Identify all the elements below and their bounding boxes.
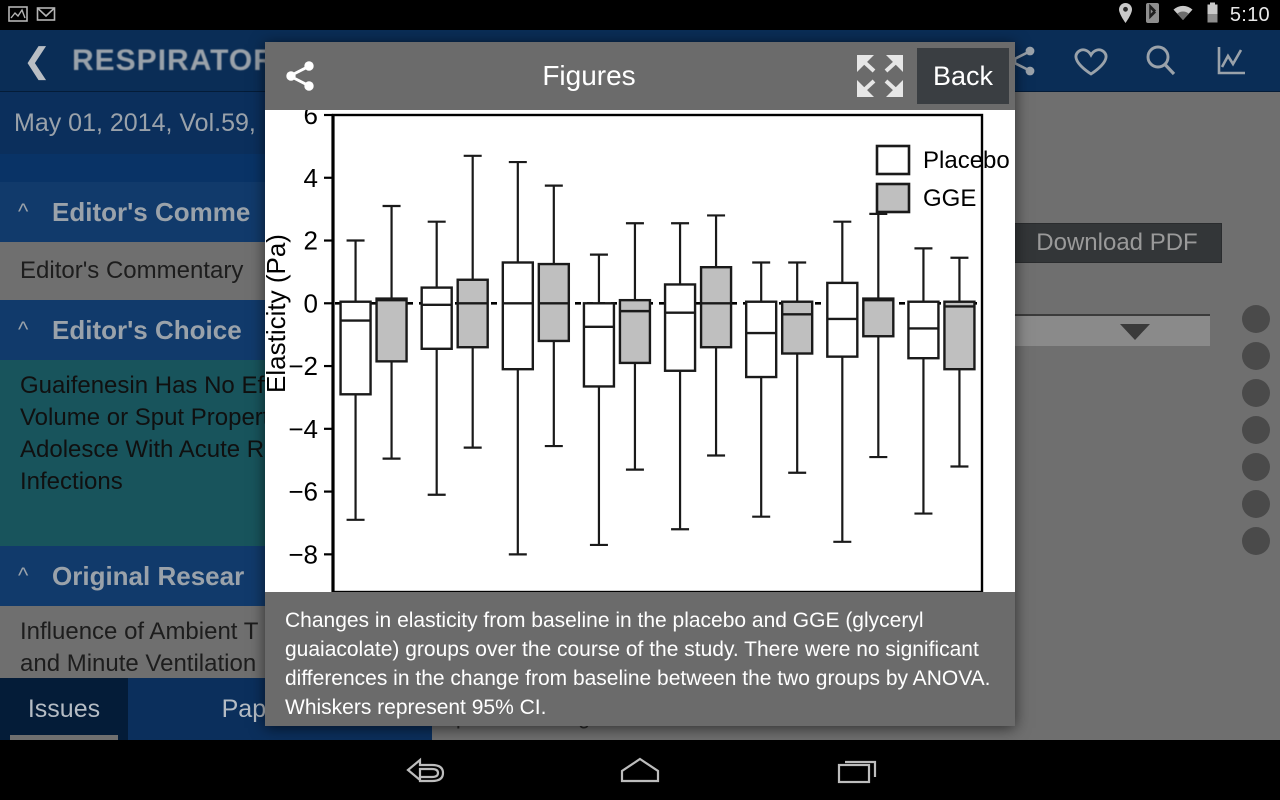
figures-dialog-title: Figures [542,60,636,91]
android-status-bar: 5:10 [0,0,1280,30]
bullet-dot-indicators [1242,305,1270,555]
gmail-icon [36,4,56,29]
svg-text:−4: −4 [288,414,318,444]
heart-icon[interactable] [1070,40,1112,82]
dot [1242,342,1270,370]
share-icon[interactable] [265,55,335,97]
wifi-icon [1171,3,1195,28]
svg-text:0: 0 [304,288,318,318]
svg-text:6: 6 [304,110,318,130]
dot [1242,416,1270,444]
app-brand-title: RESPIRATORY [72,43,296,77]
sidebar-section-label: Original Resear [52,560,245,591]
figure-image-area: 6 4 2 0 −2 −4 −6 −8 Elasticity (Pa) Placebo GGE [265,110,1015,592]
back-button[interactable]: Back [917,48,1009,104]
status-notification-icons [8,4,56,29]
chevron-up-icon: ^ [18,563,29,588]
fullscreen-expand-icon[interactable] [843,51,917,101]
home-icon[interactable] [580,740,700,800]
battery-icon [1206,2,1219,29]
dot [1242,305,1270,333]
recents-icon[interactable] [798,740,918,800]
svg-text:Elasticity (Pa): Elasticity (Pa) [265,234,291,393]
status-clock: 5:10 [1229,3,1270,26]
svg-text:GGE: GGE [923,185,976,212]
dot [1242,490,1270,518]
download-pdf-button[interactable]: Download PDF [1012,223,1222,263]
bluetooth-icon [1145,2,1160,29]
svg-text:−6: −6 [288,477,318,507]
chart-icon[interactable] [1210,40,1252,82]
svg-text:−2: −2 [288,351,318,381]
app-top-action-icons [1000,30,1270,92]
svg-text:Placebo: Placebo [923,147,1010,174]
dot [1242,379,1270,407]
sidebar-section-label: Editor's Comme [52,196,251,227]
svg-text:2: 2 [304,226,318,256]
chevron-up-icon: ^ [18,317,29,342]
back-icon[interactable] [365,740,485,800]
location-icon [1117,2,1134,29]
figures-dialog: Figures Back 6 4 2 0 −2 −4 −6 −8 Elasticity (Pa)… [265,42,1015,726]
tab-issues[interactable]: Issues [0,678,128,740]
dot [1242,453,1270,481]
figures-dialog-header: Figures Back [265,42,1015,110]
boxplot-figure: 6 4 2 0 −2 −4 −6 −8 Elasticity (Pa) Placebo GGE [265,110,1015,592]
dot [1242,527,1270,555]
app-back-chevron-icon[interactable]: ❮ [14,44,60,78]
gallery-icon [8,4,28,29]
issue-date-volume: May 01, 2014, Vol.59, [14,108,256,137]
android-nav-bar [0,740,1280,800]
chevron-up-icon: ^ [18,199,29,224]
status-system-icons: 5:10 [1117,0,1270,30]
sidebar-section-label: Editor's Choice [52,314,242,345]
svg-text:4: 4 [304,163,318,193]
figure-caption: Changes in elasticity from baseline in t… [265,592,1015,726]
chevron-down-icon [1120,324,1150,340]
svg-text:−8: −8 [288,539,318,569]
search-icon[interactable] [1140,40,1182,82]
screen-root: 5:10 ❮ RESPIRATORY May 01, 2014, Vol.59,… [0,0,1280,800]
